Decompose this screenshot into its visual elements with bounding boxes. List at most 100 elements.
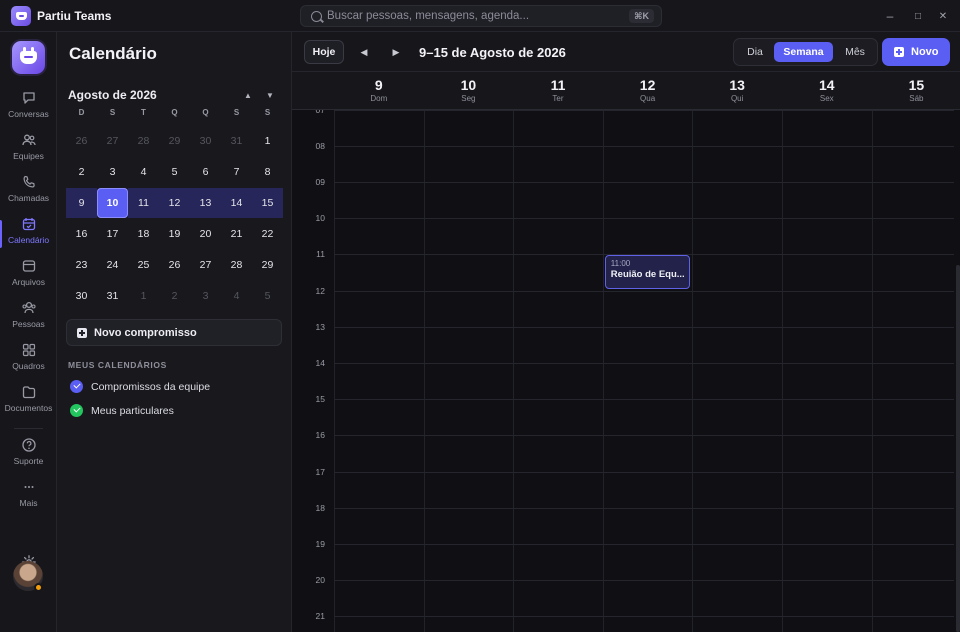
day-column-header[interactable]: 12 Qua [603,72,693,110]
minimize-icon[interactable]: – [882,8,898,24]
checkbox-checked-icon[interactable] [70,380,83,393]
day-number: 15 [908,77,925,93]
search-input[interactable] [327,8,617,24]
mini-calendar-day[interactable]: 15 [252,188,283,218]
app-logo-large[interactable] [12,41,45,74]
mini-calendar-day[interactable]: 24 [97,250,128,280]
hour-label: 18 [315,502,325,513]
rail-item-calendario[interactable]: Calendário [0,216,57,256]
people-icon [21,301,36,314]
hour-label: 14 [315,357,325,368]
mini-calendar-day[interactable]: 27 [190,250,221,280]
mini-calendar-day[interactable]: 13 [190,188,221,218]
prev-month-icon[interactable]: ▲ [241,88,255,102]
day-column-header[interactable]: 15 Sáb [872,72,960,110]
day-column-header[interactable]: 11 Ter [513,72,603,110]
mini-calendar-day[interactable]: 2 [159,281,190,311]
checkbox-checked-icon[interactable] [70,404,83,417]
day-column-divider [692,110,694,632]
mini-calendar-day[interactable]: 18 [128,219,159,249]
mini-calendar-day[interactable]: 20 [190,219,221,249]
next-month-icon[interactable]: ▼ [263,88,277,102]
mini-calendar-day[interactable]: 9 [66,188,97,218]
rail-label: Equipes [13,151,44,161]
day-name: Sáb [909,94,924,103]
rail-item-chamadas[interactable]: Chamadas [0,174,57,214]
view-day-button[interactable]: Dia [737,42,773,62]
mini-calendar-day[interactable]: 5 [252,281,283,311]
mini-calendar-day[interactable]: 6 [190,157,221,187]
hour-line [334,362,954,364]
new-appointment-button[interactable]: Novo compromisso [66,319,282,346]
rail-label: Documentos [4,403,53,413]
mini-calendar-day[interactable]: 28 [221,250,252,280]
mini-calendar-day[interactable]: 4 [128,157,159,187]
mini-calendar-day-today[interactable]: 10 [97,188,128,218]
rail-divider [14,428,43,429]
mini-calendar-day[interactable]: 12 [159,188,190,218]
mini-calendar-day[interactable]: 30 [190,126,221,156]
mini-calendar-day[interactable]: 27 [97,126,128,156]
mini-calendar-day[interactable]: 29 [159,126,190,156]
mini-calendar-day[interactable]: 7 [221,157,252,187]
mini-calendar-day[interactable]: 16 [66,219,97,249]
global-search[interactable]: ⌘K [300,5,662,27]
next-week-icon[interactable]: ▶ [390,45,402,59]
today-button[interactable]: Hoje [304,40,344,64]
calendar-event[interactable]: 11:00 Reuião de Equ... [604,255,691,290]
view-switcher: Dia Semana Mês [733,38,878,66]
mini-calendar-day[interactable]: 14 [221,188,252,218]
mini-calendar-day[interactable]: 1 [252,126,283,156]
day-column-header[interactable]: 9 Dom [334,72,424,110]
scrollbar[interactable] [956,265,960,632]
mini-calendar-day[interactable]: 26 [66,126,97,156]
day-column-header[interactable]: 13 Qui [692,72,782,110]
day-column-divider [513,110,515,632]
maximize-icon[interactable]: □ [910,8,926,24]
mini-calendar-day[interactable]: 3 [190,281,221,311]
mini-calendar-day[interactable]: 29 [252,250,283,280]
rail-item-mais[interactable]: Mais [0,479,57,519]
mini-calendar-day[interactable]: 26 [159,250,190,280]
mini-calendar-day[interactable]: 5 [159,157,190,187]
mini-calendar-day[interactable]: 17 [97,219,128,249]
time-grid[interactable]: 07 08 09 10 11 12 13 14 15 16 17 18 19 20 21 11:00Reuiã… [292,110,960,632]
mini-calendar-day[interactable]: 31 [97,281,128,311]
calendar-label: Compromissos da equipe [91,381,211,393]
mini-calendar-day[interactable]: 22 [252,219,283,249]
close-icon[interactable]: ✕ [935,8,951,24]
weekday-initial: S [233,108,240,117]
day-column-header[interactable]: 14 Sex [782,72,872,110]
mini-calendar-day[interactable]: 23 [66,250,97,280]
mini-calendar-day[interactable]: 11 [128,188,159,218]
mini-calendar-day[interactable]: 3 [97,157,128,187]
mini-calendar: DSTQQSS 26 27 28 29 30 31 1 2 3 4 5 6 7 8 9 10 11 12 13 14 1… [66,108,283,311]
mini-calendar-day[interactable]: 19 [159,219,190,249]
mini-calendar-day[interactable]: 1 [128,281,159,311]
rail-item-quadros[interactable]: Quadros [0,342,57,382]
mini-calendar-day[interactable]: 21 [221,219,252,249]
mini-calendar-day[interactable]: 28 [128,126,159,156]
view-month-button[interactable]: Mês [836,42,874,62]
folder-icon [22,260,35,272]
hour-line [334,290,954,292]
mini-calendar-day[interactable]: 25 [128,250,159,280]
rail-item-documentos[interactable]: Documentos [0,384,57,424]
hour-line [334,471,954,473]
mini-calendar-day[interactable]: 30 [66,281,97,311]
week-day-header: 9 Dom 10 Seg 11 Ter 12 Qua 13 Qui 14 Sex 15 Sáb [292,72,960,110]
view-week-button[interactable]: Semana [774,42,833,62]
mini-calendar-day[interactable]: 8 [252,157,283,187]
rail-item-suporte[interactable]: Suporte [0,437,57,477]
prev-week-icon[interactable]: ◀ [358,45,370,59]
rail-item-arquivos[interactable]: Arquivos [0,258,57,298]
rail-item-conversas[interactable]: Conversas [0,90,57,130]
day-column-header[interactable]: 10 Seg [424,72,514,110]
mini-calendar-day[interactable]: 4 [221,281,252,311]
mini-calendar-day[interactable]: 2 [66,157,97,187]
rail-item-equipes[interactable]: Equipes [0,132,57,172]
mini-calendar-day[interactable]: 31 [221,126,252,156]
new-event-button[interactable]: Novo [882,38,950,66]
rail-item-pessoas[interactable]: Pessoas [0,300,57,340]
day-column-divider [871,110,873,632]
